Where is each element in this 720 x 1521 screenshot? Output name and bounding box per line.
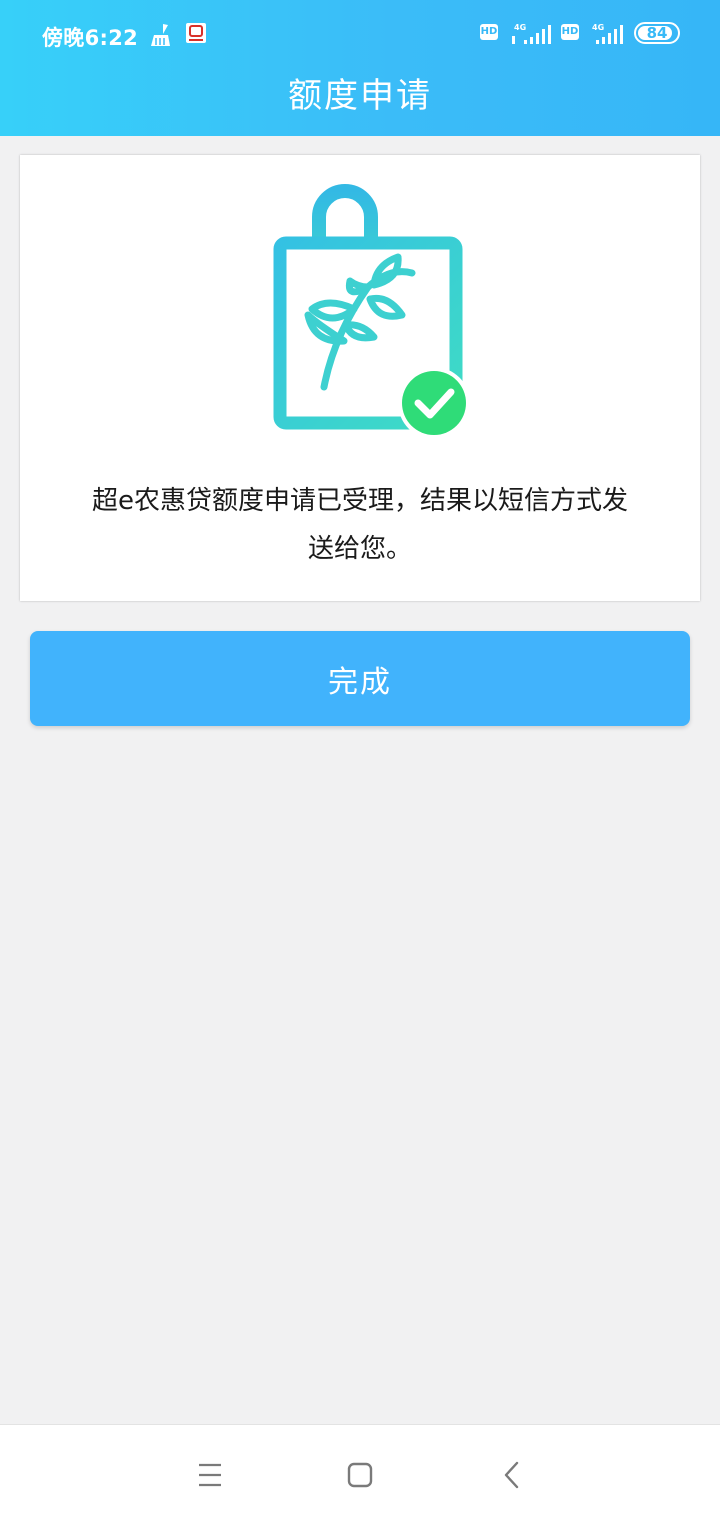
shopping-bag-leaf-icon bbox=[273, 184, 470, 439]
app-header: 傍晚6:22 HD 4G HD 4G 84 额度申请 bbox=[0, 0, 720, 136]
home-icon[interactable] bbox=[340, 1455, 380, 1495]
signal-strength-1-icon: 4G bbox=[512, 23, 551, 44]
signal-strength-2-icon: 4G bbox=[592, 23, 623, 44]
done-button[interactable]: 完成 bbox=[30, 631, 690, 726]
menu-icon[interactable] bbox=[190, 1455, 230, 1495]
page-title: 额度申请 bbox=[288, 76, 432, 116]
hd-badge-2: HD bbox=[561, 24, 579, 40]
app-notification-icon bbox=[186, 23, 206, 43]
status-bar: 傍晚6:22 HD 4G HD 4G 84 bbox=[0, 18, 720, 54]
hd-badge-1: HD bbox=[480, 24, 498, 40]
system-nav-bar bbox=[0, 1424, 720, 1521]
network-type-1: 4G bbox=[514, 23, 526, 32]
cleaner-broom-icon bbox=[151, 24, 170, 46]
network-type-2: 4G bbox=[592, 23, 604, 32]
status-time: 傍晚6:22 bbox=[42, 26, 139, 50]
result-card: 超e农惠贷额度申请已受理，结果以短信方式发送给您。 bbox=[20, 155, 700, 601]
battery-level: 84 bbox=[646, 24, 668, 42]
battery-indicator: 84 bbox=[634, 22, 680, 44]
back-icon[interactable] bbox=[492, 1455, 532, 1495]
result-message: 超e农惠贷额度申请已受理，结果以短信方式发送给您。 bbox=[92, 486, 628, 564]
